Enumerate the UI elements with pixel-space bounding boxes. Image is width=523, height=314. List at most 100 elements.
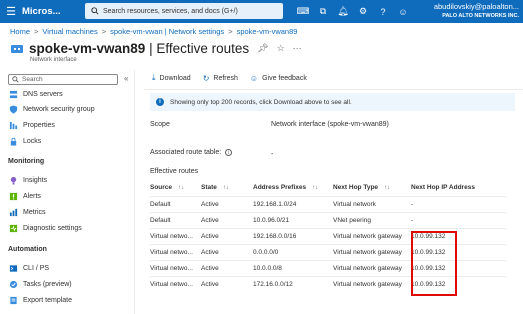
info-icon[interactable]: i [225, 149, 233, 156]
portal-brand[interactable]: Micros... [22, 6, 82, 17]
sidebar: Search « DNS servers Network security gr… [0, 70, 135, 314]
column-header-next-hop-ip[interactable]: Next Hop IP Address [411, 180, 506, 196]
cell-next-hop-ip: - [411, 211, 506, 228]
column-header-label: Next Hop Type [333, 184, 379, 192]
alerts-icon [8, 191, 18, 201]
sidebar-item-diagnostic-settings[interactable]: Diagnostic settings [8, 221, 82, 235]
breadcrumb-separator: > [101, 27, 107, 36]
main-content: ⤓ Download ↻ Refresh ☺ Give feedback i S… [136, 70, 523, 314]
favorite-star-icon[interactable]: ☆ [277, 43, 285, 54]
sidebar-item-label: Network security group [23, 105, 95, 113]
cell-source: Virtual netwo... [150, 243, 201, 260]
sidebar-item-label: Metrics [23, 208, 46, 216]
route-table-label: Associated route table: i [150, 149, 233, 156]
sidebar-item-label: CLI / PS [23, 264, 50, 272]
sidebar-item-alerts[interactable]: Alerts [8, 189, 41, 203]
page-subtitle: Network interface [30, 57, 77, 63]
info-message: Showing only top 200 records, click Down… [170, 98, 352, 106]
global-search-input[interactable]: Search resources, services, and docs (G+… [85, 3, 283, 19]
collapse-sidebar-icon[interactable]: « [124, 74, 128, 83]
give-feedback-button[interactable]: ☺ Give feedback [250, 74, 307, 83]
sidebar-section-monitoring: Monitoring [8, 158, 45, 165]
cell-address-prefix: 0.0.0.0/0 [253, 243, 333, 260]
sidebar-item-network-security-group[interactable]: Network security group [8, 102, 95, 116]
column-header-source[interactable]: Source ↑↓ [150, 180, 201, 196]
export-icon [8, 295, 18, 305]
help-icon[interactable]: ? [373, 7, 393, 17]
cell-next-hop-type: Virtual network [333, 195, 411, 212]
search-placeholder: Search resources, services, and docs (G+… [103, 7, 238, 15]
column-header-address-prefixes[interactable]: Address Prefixes ↑↓ [253, 180, 333, 196]
sidebar-item-cli-ps[interactable]: CLI / PS [8, 261, 49, 275]
column-header-label: Address Prefixes [253, 184, 307, 192]
download-button[interactable]: ⤓ Download [152, 73, 191, 83]
sidebar-item-dns-servers[interactable]: DNS servers [8, 87, 63, 101]
column-header-state[interactable]: State ↑↓ [201, 180, 253, 196]
settings-icon[interactable]: ⚙ [353, 6, 373, 17]
breadcrumb-virtual-machines[interactable]: Virtual machines [42, 27, 97, 36]
cell-source: Default [150, 195, 201, 212]
info-icon: i [156, 98, 164, 106]
cell-next-hop-type: Virtual network gateway [333, 275, 411, 292]
sidebar-item-label: Tasks (preview) [23, 280, 72, 288]
column-header-label: State [201, 184, 217, 192]
breadcrumb-nic[interactable]: spoke-vm-vwan89 [237, 27, 298, 36]
sidebar-item-insights[interactable]: Insights [8, 173, 47, 187]
cell-address-prefix: 192.168.1.0/24 [253, 195, 333, 212]
breadcrumb-network-settings[interactable]: spoke-vm-vwan | Network settings [110, 27, 224, 36]
lock-icon [8, 136, 18, 146]
sidebar-search-input[interactable]: Search [8, 74, 118, 85]
title-actions: 📌︎ ☆ ··· [257, 43, 302, 54]
dns-icon [8, 89, 18, 99]
breadcrumb-separator: > [34, 27, 39, 36]
info-banner: i Showing only top 200 records, click Do… [150, 93, 515, 111]
sidebar-item-locks[interactable]: Locks [8, 134, 41, 148]
route-table-label-text: Associated route table: [150, 149, 222, 156]
sidebar-item-metrics[interactable]: Metrics [8, 205, 46, 219]
feedback-icon[interactable]: ☺ [393, 7, 413, 17]
cell-source: Virtual netwo... [150, 227, 201, 244]
cell-next-hop-type: Virtual network gateway [333, 243, 411, 260]
breadcrumb-home[interactable]: Home [10, 27, 30, 36]
cell-next-hop-type: Virtual network gateway [333, 227, 411, 244]
breadcrumb-separator: > [228, 27, 233, 36]
cell-source: Default [150, 211, 201, 228]
cell-state: Active [201, 243, 253, 260]
download-label: Download [159, 74, 191, 82]
feedback-label: Give feedback [262, 74, 307, 82]
directory-icon[interactable]: ⧉ [313, 6, 333, 17]
sidebar-item-label: Insights [23, 176, 48, 184]
sidebar-item-properties[interactable]: Properties [8, 118, 55, 132]
sidebar-item-label: Alerts [23, 192, 41, 200]
sort-icon[interactable]: ↑↓ [223, 185, 229, 191]
user-account[interactable]: abudilovskiy@paloalton... PALO ALTO NETW… [434, 2, 519, 20]
sidebar-item-tasks[interactable]: Tasks (preview) [8, 277, 72, 291]
refresh-button[interactable]: ↻ Refresh [203, 74, 238, 83]
sort-icon[interactable]: ↑↓ [178, 185, 184, 191]
sidebar-item-label: Diagnostic settings [23, 224, 82, 232]
network-interface-icon [11, 44, 23, 53]
route-table-value: - [271, 151, 274, 158]
properties-icon [8, 120, 18, 130]
column-header-next-hop-type[interactable]: Next Hop Type ↑↓ [333, 180, 411, 196]
column-header-label: Next Hop IP Address [411, 184, 475, 192]
hamburger-menu-icon[interactable]: ☰ [0, 0, 22, 23]
page-title: spoke-vm-vwan89 | Effective routes [29, 41, 249, 56]
notifications-icon[interactable]: 🔔︎ [333, 6, 353, 17]
sidebar-item-export-template[interactable]: Export template [8, 293, 72, 307]
cloud-shell-icon[interactable]: ⌨ [293, 6, 313, 17]
download-icon: ⤓ [152, 73, 156, 82]
top-icon-group: ⌨ ⧉ 🔔︎ ⚙ ? ☺ [293, 0, 413, 23]
user-name: abudilovskiy@paloalton... [433, 2, 519, 11]
more-options-icon[interactable]: ··· [293, 43, 302, 54]
scope-label: Scope [150, 121, 170, 128]
cell-state: Active [201, 259, 253, 276]
table-header-row: Source ↑↓ State ↑↓ Address Prefixes ↑↓ Next… [150, 180, 506, 196]
cell-state: Active [201, 195, 253, 212]
cell-next-hop-ip: - [411, 195, 506, 212]
pin-icon[interactable]: 📌︎ [257, 43, 268, 54]
command-bar: ⤓ Download ↻ Refresh ☺ Give feedback [152, 73, 307, 83]
feedback-icon: ☺ [249, 73, 259, 83]
sort-icon[interactable]: ↑↓ [384, 185, 390, 191]
sort-icon[interactable]: ↑↓ [312, 185, 318, 191]
